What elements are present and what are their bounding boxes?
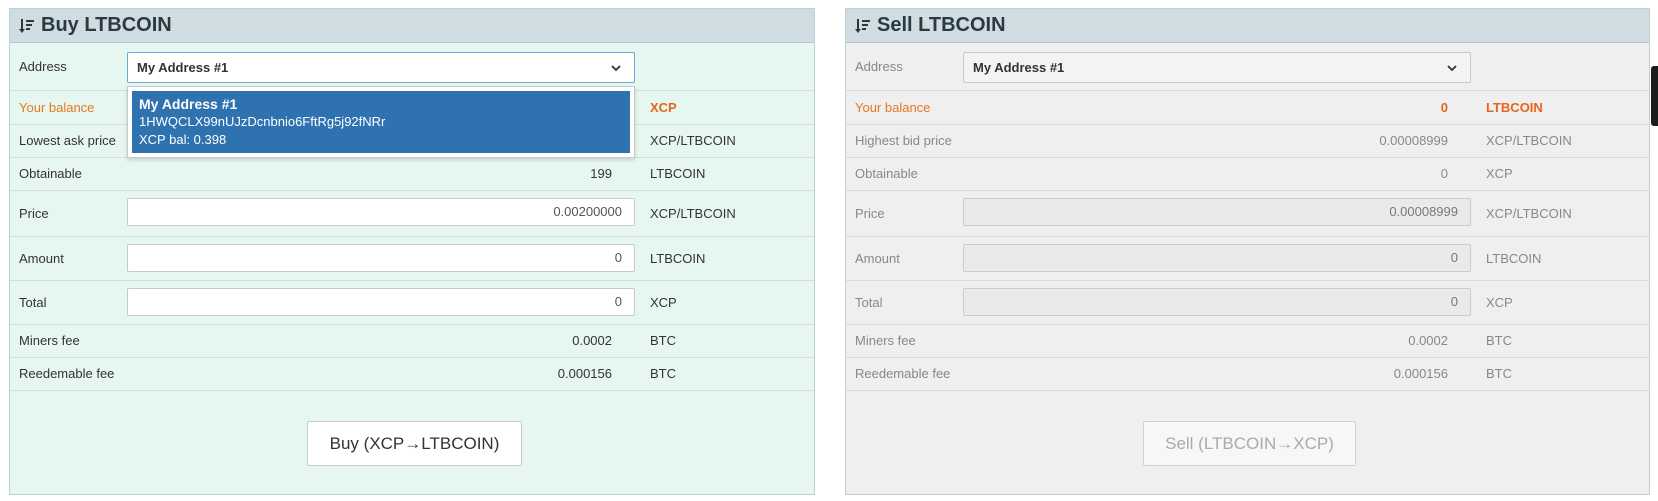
sell-button[interactable]: Sell (LTBCOIN→XCP) bbox=[1143, 421, 1356, 466]
sell-total-input[interactable]: 0 bbox=[963, 288, 1471, 316]
sell-panel-title: Sell LTBCOIN bbox=[877, 14, 1006, 36]
buy-obtainable-label: Obtainable bbox=[19, 166, 82, 181]
sell-panel-header: Sell LTBCOIN bbox=[846, 9, 1649, 43]
sell-miners-fee-value: 0.0002 bbox=[1408, 333, 1448, 348]
address-option[interactable]: My Address #1 1HWQCLX99nUJzDcnbnio6FftRg… bbox=[132, 91, 630, 153]
sell-highest-bid-row: Highest bid price 0.00008999 XCP/LTBCOIN bbox=[846, 124, 1649, 158]
sell-balance-label: Your balance bbox=[855, 99, 931, 115]
buy-panel: Buy LTBCOIN Address My Address #1 Your b… bbox=[9, 8, 815, 495]
buy-amount-row: Amount 0 LTBCOIN bbox=[10, 236, 814, 281]
sell-price-label: Price bbox=[855, 205, 885, 221]
sell-balance-row: Your balance 0 LTBCOIN bbox=[846, 90, 1649, 125]
sell-redeemable-fee-row: Reedemable fee 0.000156 BTC bbox=[846, 357, 1649, 391]
buy-address-dropdown: My Address #1 1HWQCLX99nUJzDcnbnio6FftRg… bbox=[127, 86, 635, 158]
buy-obtainable-row: Obtainable 199 LTBCOIN bbox=[10, 157, 814, 191]
buy-address-row: Address My Address #1 bbox=[10, 43, 814, 91]
sell-redeemable-fee-label: Reedemable fee bbox=[855, 366, 951, 381]
sell-highest-bid-unit: XCP/LTBCOIN bbox=[1486, 133, 1572, 148]
address-option-balance: XCP bal: 0.398 bbox=[139, 132, 227, 147]
sell-amount-unit: LTBCOIN bbox=[1486, 250, 1542, 266]
buy-amount-unit: LTBCOIN bbox=[650, 250, 706, 266]
sell-miners-fee-unit: BTC bbox=[1486, 333, 1512, 348]
buy-address-select[interactable]: My Address #1 bbox=[127, 52, 635, 83]
sell-price-input[interactable]: 0.00008999 bbox=[963, 198, 1471, 226]
sell-total-unit: XCP bbox=[1486, 294, 1513, 310]
address-option-name: My Address #1 bbox=[139, 96, 238, 112]
sell-amount-label: Amount bbox=[855, 250, 900, 266]
sell-miners-fee-label: Miners fee bbox=[855, 333, 916, 348]
buy-button[interactable]: Buy (XCP→LTBCOIN) bbox=[307, 421, 522, 466]
buy-amount-input[interactable]: 0 bbox=[127, 244, 635, 272]
buy-price-input[interactable]: 0.00200000 bbox=[127, 198, 635, 226]
buy-redeemable-fee-label: Reedemable fee bbox=[19, 366, 115, 381]
buy-lowest-ask-unit: XCP/LTBCOIN bbox=[650, 133, 736, 148]
sell-total-row: Total 0 XCP bbox=[846, 280, 1649, 325]
chevron-down-icon bbox=[1447, 65, 1457, 72]
sell-highest-bid-value: 0.00008999 bbox=[1379, 133, 1448, 148]
sort-descending-icon bbox=[19, 18, 34, 33]
sell-miners-fee-row: Miners fee 0.0002 BTC bbox=[846, 324, 1649, 358]
buy-obtainable-value: 199 bbox=[590, 166, 612, 181]
buy-miners-fee-value: 0.0002 bbox=[572, 333, 612, 348]
sell-obtainable-label: Obtainable bbox=[855, 166, 918, 181]
buy-lowest-ask-label: Lowest ask price bbox=[19, 133, 116, 148]
sell-address-row: Address My Address #1 bbox=[846, 43, 1649, 91]
buy-redeemable-fee-row: Reedemable fee 0.000156 BTC bbox=[10, 357, 814, 391]
buy-total-row: Total 0 XCP bbox=[10, 280, 814, 325]
buy-total-unit: XCP bbox=[650, 294, 677, 310]
sort-descending-icon bbox=[855, 18, 870, 33]
sell-price-row: Price 0.00008999 XCP/LTBCOIN bbox=[846, 190, 1649, 237]
buy-balance-label: Your balance bbox=[19, 99, 95, 115]
address-option-address: 1HWQCLX99nUJzDcnbnio6FftRg5j92fNRr bbox=[139, 114, 386, 129]
buy-address-label: Address bbox=[19, 59, 67, 74]
sell-redeemable-fee-value: 0.000156 bbox=[1393, 366, 1448, 381]
sell-amount-input[interactable]: 0 bbox=[963, 244, 1471, 272]
buy-address-selected: My Address #1 bbox=[137, 60, 229, 75]
buy-amount-label: Amount bbox=[19, 250, 64, 266]
buy-obtainable-unit: LTBCOIN bbox=[650, 166, 706, 181]
buy-miners-fee-unit: BTC bbox=[650, 333, 676, 348]
sell-price-unit: XCP/LTBCOIN bbox=[1486, 205, 1572, 221]
chevron-down-icon bbox=[611, 65, 621, 72]
buy-total-label: Total bbox=[19, 294, 47, 310]
buy-balance-unit: XCP bbox=[650, 99, 677, 115]
sell-redeemable-fee-unit: BTC bbox=[1486, 366, 1512, 381]
sell-obtainable-value: 0 bbox=[1440, 166, 1448, 181]
buy-price-unit: XCP/LTBCOIN bbox=[650, 205, 736, 221]
buy-price-label: Price bbox=[19, 205, 49, 221]
sell-address-selected: My Address #1 bbox=[973, 60, 1065, 75]
sell-total-label: Total bbox=[855, 294, 883, 310]
sell-address-label: Address bbox=[855, 59, 903, 74]
sell-balance-unit: LTBCOIN bbox=[1486, 99, 1543, 115]
sell-amount-row: Amount 0 LTBCOIN bbox=[846, 236, 1649, 281]
buy-miners-fee-row: Miners fee 0.0002 BTC bbox=[10, 324, 814, 358]
sell-highest-bid-label: Highest bid price bbox=[855, 133, 952, 148]
buy-redeemable-fee-value: 0.000156 bbox=[557, 366, 612, 381]
buy-total-input[interactable]: 0 bbox=[127, 288, 635, 316]
buy-panel-header: Buy LTBCOIN bbox=[10, 9, 814, 43]
buy-panel-title: Buy LTBCOIN bbox=[41, 14, 172, 36]
buy-price-row: Price 0.00200000 XCP/LTBCOIN bbox=[10, 190, 814, 237]
buy-miners-fee-label: Miners fee bbox=[19, 333, 80, 348]
sell-balance-value: 0 bbox=[1440, 99, 1448, 115]
edge-tab[interactable] bbox=[1651, 66, 1658, 126]
sell-panel: Sell LTBCOIN Address My Address #1 Your … bbox=[845, 8, 1650, 495]
sell-address-select[interactable]: My Address #1 bbox=[963, 52, 1471, 83]
sell-obtainable-unit: XCP bbox=[1486, 166, 1513, 181]
sell-obtainable-row: Obtainable 0 XCP bbox=[846, 157, 1649, 191]
buy-redeemable-fee-unit: BTC bbox=[650, 366, 676, 381]
